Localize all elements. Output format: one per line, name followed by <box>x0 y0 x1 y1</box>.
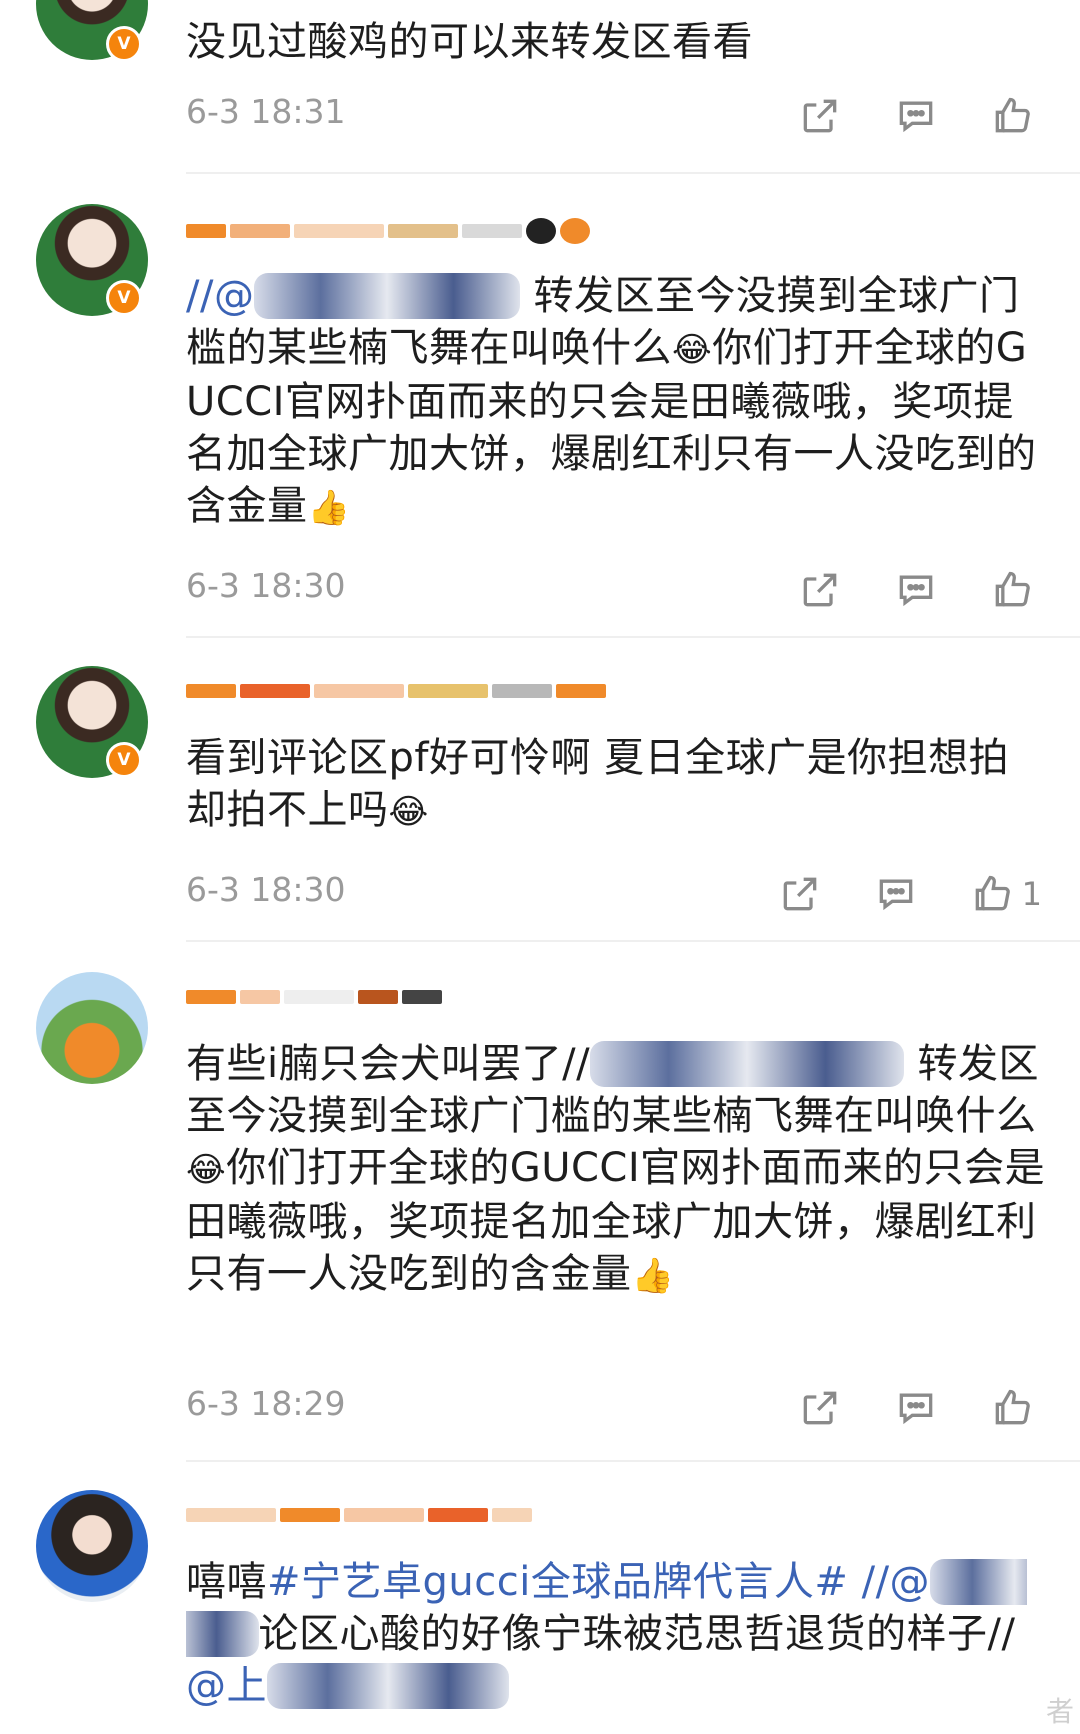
divider <box>186 636 1080 638</box>
like-button[interactable]: 1 <box>970 872 1042 916</box>
username-redacted[interactable] <box>186 986 446 1012</box>
thumbs-up-icon <box>995 571 1030 607</box>
comment-icon <box>899 101 933 133</box>
verified-badge-icon: V <box>106 742 142 778</box>
thumbs-up-icon <box>995 1389 1030 1425</box>
comment-text: 有些i腩只会犬叫罢了//xxxxxxxxxxxxx 转发区至今没摸到全球广门槛的… <box>186 1038 1046 1302</box>
reply-button[interactable] <box>874 872 918 916</box>
username-redacted[interactable] <box>186 218 594 244</box>
divider <box>186 1460 1080 1462</box>
divider <box>186 940 1080 942</box>
reply-button[interactable] <box>894 568 938 612</box>
text-segment: 有些i腩只会犬叫罢了// <box>186 1041 591 1087</box>
like-button[interactable] <box>990 1386 1042 1430</box>
comment-text: //@xxxxxxxxxxx 转发区至今没摸到全球广门槛的某些楠飞舞在叫唤什么😂… <box>186 270 1046 534</box>
repost-button[interactable] <box>798 94 842 138</box>
comment-actions <box>798 1386 1042 1430</box>
comment-icon <box>879 879 912 911</box>
share-icon <box>803 573 837 607</box>
divider <box>186 172 1080 174</box>
laughing-emoji-icon: 😂 <box>672 330 713 370</box>
thumbs-up-emoji-icon: 👍 <box>307 488 351 528</box>
reply-button[interactable] <box>894 1386 938 1430</box>
thumbs-up-emoji-icon: 👍 <box>631 1256 675 1296</box>
username-redacted[interactable] <box>186 680 610 706</box>
verified-badge-icon: V <box>106 280 142 316</box>
topic-link[interactable]: #宁艺卓gucci全球品牌代言人# <box>267 1559 848 1605</box>
avatar[interactable] <box>36 972 148 1084</box>
repost-button[interactable] <box>798 1386 842 1430</box>
text-segment: 你们打开全球的GUCCI官网扑面而来的只会是田曦薇哦，奖项提名加全球广加大饼，爆… <box>186 1145 1046 1297</box>
repost-button[interactable] <box>798 568 842 612</box>
like-button[interactable] <box>990 568 1042 612</box>
text-segment: 看到评论区pf好可怜啊 夏日全球广是你担想拍却拍不上吗 <box>186 735 1010 833</box>
comment-text: 看到评论区pf好可怜啊 夏日全球广是你担想拍却拍不上吗😂 <box>186 732 1046 838</box>
comment-time: 6-3 18:31 <box>186 92 346 131</box>
laughing-emoji-icon: 😂 <box>186 1150 227 1190</box>
comment-time: 6-3 18:30 <box>186 566 346 605</box>
redacted-username: xxxxxxxxxxx <box>254 273 521 319</box>
comment-text: 嘻嘻#宁艺卓gucci全球品牌代言人# //@xxxxxxx论区心酸的好像宁珠被… <box>186 1556 1046 1712</box>
comment-icon <box>899 575 933 607</box>
share-icon <box>803 1391 837 1425</box>
thumbs-up-icon <box>995 97 1030 133</box>
watermark: 者 <box>1045 1695 1074 1728</box>
laughing-emoji-icon: 😂 <box>388 792 429 832</box>
redacted-username: xxxxxxxxxx <box>267 1663 509 1709</box>
comment-icon <box>899 1393 933 1425</box>
mention-link[interactable]: //@ <box>186 273 254 319</box>
comment-actions <box>798 568 1042 612</box>
mention-link[interactable]: @上 <box>186 1663 267 1709</box>
like-button[interactable] <box>990 94 1042 138</box>
verified-badge-icon: V <box>106 26 142 62</box>
comment-actions <box>798 94 1042 138</box>
text-segment: 论区心酸的好像宁珠被范思哲退货的样子// <box>258 1611 1016 1657</box>
like-count: 1 <box>1021 875 1042 913</box>
reply-button[interactable] <box>894 94 938 138</box>
share-icon <box>783 877 816 911</box>
text-segment: 嘻嘻 <box>186 1559 267 1605</box>
comment-actions: 1 <box>778 872 1042 916</box>
avatar[interactable] <box>36 1490 148 1602</box>
username-redacted[interactable] <box>186 1504 536 1530</box>
comment-time: 6-3 18:29 <box>186 1384 346 1423</box>
redacted-username: xxxxxxxxxxxxx <box>590 1041 905 1087</box>
comment-time: 6-3 18:30 <box>186 870 346 909</box>
thumbs-up-icon <box>975 875 1010 911</box>
share-icon <box>803 99 837 133</box>
mention-link[interactable]: //@ <box>848 1559 930 1605</box>
repost-button[interactable] <box>778 872 822 916</box>
comment-text: 没见过酸鸡的可以来转发区看看 <box>186 19 753 65</box>
